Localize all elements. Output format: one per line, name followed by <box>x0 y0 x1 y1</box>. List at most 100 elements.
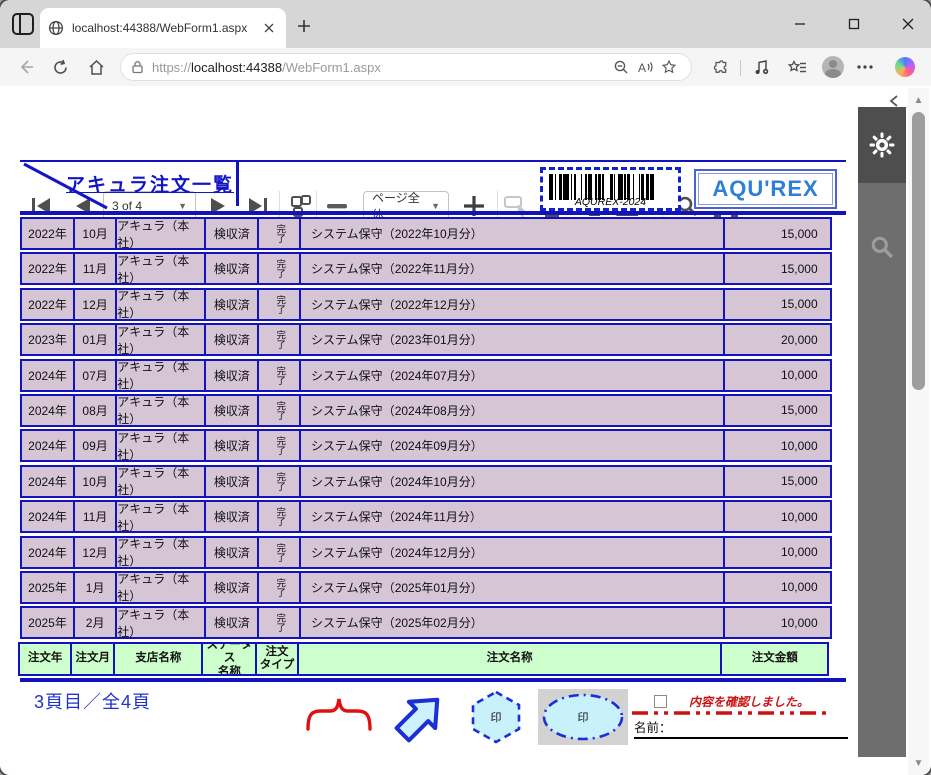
vertical-scrollbar[interactable]: ▲ ▼ <box>908 88 929 775</box>
cell-year: 2024年 <box>20 464 75 498</box>
cell-year: 2025年 <box>20 570 75 604</box>
cell-type: 完了 <box>257 500 302 534</box>
cell-month: 10月 <box>72 464 118 498</box>
scroll-up-icon[interactable]: ▲ <box>908 90 929 110</box>
search-panel-button[interactable] <box>858 217 906 277</box>
cell-type: 完了 <box>257 429 302 463</box>
maximize-button[interactable] <box>841 12 867 36</box>
header-order-amount: 注文金額 <box>720 642 830 676</box>
report-top-rule <box>20 160 846 162</box>
cell-name: システム保守（2025年01月分） <box>299 570 726 604</box>
cell-name: システム保守（2022年11月分） <box>299 252 726 286</box>
cell-branch: アキュラ（本社） <box>115 323 207 357</box>
header-order-month: 注文月 <box>70 642 116 676</box>
cell-month: 10月 <box>72 217 118 250</box>
close-button[interactable] <box>895 12 921 36</box>
cell-branch: アキュラ（本社） <box>115 429 207 463</box>
cell-type: 完了 <box>257 287 302 321</box>
cell-type: 完了 <box>257 323 302 357</box>
table-row: 2025年 1月 アキュラ（本社） 検収済 完了 システム保守（2025年01月分） 10,… <box>20 570 846 604</box>
cell-type: 完了 <box>257 535 302 569</box>
cell-branch: アキュラ（本社） <box>115 570 207 604</box>
minimize-button[interactable] <box>787 12 813 36</box>
extensions-icon[interactable] <box>706 55 732 79</box>
globe-icon <box>48 20 64 36</box>
lock-icon[interactable] <box>131 60 144 74</box>
cell-status: 検収済 <box>203 393 260 427</box>
cell-month: 11月 <box>72 500 118 534</box>
hexagon-stamp: 印 <box>471 690 521 744</box>
refresh-icon[interactable] <box>48 55 72 79</box>
header-status-name: ステータス 名称 <box>201 642 258 676</box>
table-top-rule <box>20 211 846 215</box>
cell-month: 1月 <box>72 570 118 604</box>
cell-month: 2月 <box>72 606 118 640</box>
table-row: 2024年 07月 アキュラ（本社） 検収済 完了 システム保守（2024年07月分） 10… <box>20 358 846 392</box>
signature-line <box>634 737 848 740</box>
cell-branch: アキュラ（本社） <box>115 464 207 498</box>
tab-title: localhost:44388/WebForm1.aspx <box>72 21 248 35</box>
cell-status: 検収済 <box>203 358 260 392</box>
home-icon[interactable] <box>84 55 108 79</box>
cell-year: 2024年 <box>20 500 75 534</box>
scroll-thumb[interactable] <box>912 112 925 390</box>
table-row: 2024年 10月 アキュラ（本社） 検収済 完了 システム保守（2024年10月分） 15… <box>20 464 846 498</box>
favorites-icon[interactable] <box>784 55 810 79</box>
copilot-icon[interactable] <box>892 55 918 79</box>
media-hub-icon[interactable] <box>748 55 774 79</box>
cell-month: 11月 <box>72 252 118 286</box>
cell-amount: 10,000 <box>722 606 832 640</box>
profile-avatar[interactable] <box>820 55 846 79</box>
cell-branch: アキュラ（本社） <box>115 287 207 321</box>
cell-name: システム保守（2025年02月分） <box>299 606 726 640</box>
cell-type: 完了 <box>257 252 302 286</box>
new-tab-button[interactable] <box>296 18 316 38</box>
cell-amount: 15,000 <box>722 464 832 498</box>
red-dash-line <box>632 711 832 715</box>
gear-icon <box>869 132 895 158</box>
table-row: 2024年 11月 アキュラ（本社） 検収済 完了 システム保守（2024年11月分） 10… <box>20 500 846 534</box>
page-number-text: 3頁目／全4頁 <box>34 692 152 712</box>
cell-amount: 10,000 <box>722 500 832 534</box>
cell-branch: アキュラ（本社） <box>115 500 207 534</box>
cell-branch: アキュラ（本社） <box>115 217 207 250</box>
cell-status: 検収済 <box>203 606 260 640</box>
cell-branch: アキュラ（本社） <box>115 535 207 569</box>
workspaces-icon[interactable] <box>12 13 34 35</box>
cell-amount: 15,000 <box>722 393 832 427</box>
header-branch-name: 支店名称 <box>112 642 204 676</box>
zoom-out-icon[interactable] <box>609 56 633 78</box>
url-text: https://localhost:44388/WebForm1.aspx <box>152 59 381 75</box>
confirm-checkbox <box>654 695 667 708</box>
cell-status: 検収済 <box>203 464 260 498</box>
read-aloud-icon[interactable]: A <box>633 56 657 78</box>
cell-name: システム保守（2023年01月分） <box>299 323 726 357</box>
cell-status: 検収済 <box>203 287 260 321</box>
ellipse-stamp: 印 <box>542 693 624 741</box>
barcode: AQUREX-2024 <box>540 167 681 211</box>
address-input[interactable]: https://localhost:44388/WebForm1.aspx A <box>120 53 692 81</box>
table-row: 2022年 12月 アキュラ（本社） 検収済 完了 システム保守（2022年12月分） 15… <box>20 287 846 321</box>
browser-tab[interactable]: localhost:44388/WebForm1.aspx <box>40 8 286 48</box>
favorite-star-icon[interactable] <box>657 56 681 78</box>
search-icon <box>871 236 894 259</box>
toolbar-divider <box>740 60 741 76</box>
cell-name: システム保守（2024年09月分） <box>299 429 726 463</box>
cell-type: 完了 <box>257 464 302 498</box>
barcode-text: AQUREX-2024 <box>574 196 647 208</box>
svg-text:印: 印 <box>578 711 589 724</box>
settings-menu-icon[interactable] <box>852 55 878 79</box>
table-row: 2024年 08月 アキュラ（本社） 検収済 完了 システム保守（2024年08月分） 15… <box>20 393 846 427</box>
scroll-down-icon[interactable]: ▼ <box>908 753 929 773</box>
settings-panel-button[interactable] <box>858 107 906 183</box>
cell-month: 12月 <box>72 535 118 569</box>
table-bottom-rule <box>20 678 846 682</box>
cell-year: 2023年 <box>20 323 75 357</box>
cell-amount: 10,000 <box>722 535 832 569</box>
tab-close-icon[interactable] <box>260 19 278 37</box>
cell-year: 2022年 <box>20 217 75 250</box>
title-divider-line <box>236 162 239 206</box>
table-row: 2022年 10月 アキュラ（本社） 検収済 完了 システム保守（2022年10月分） 15… <box>20 217 846 250</box>
cell-name: システム保守（2024年10月分） <box>299 464 726 498</box>
back-icon[interactable] <box>14 55 38 79</box>
